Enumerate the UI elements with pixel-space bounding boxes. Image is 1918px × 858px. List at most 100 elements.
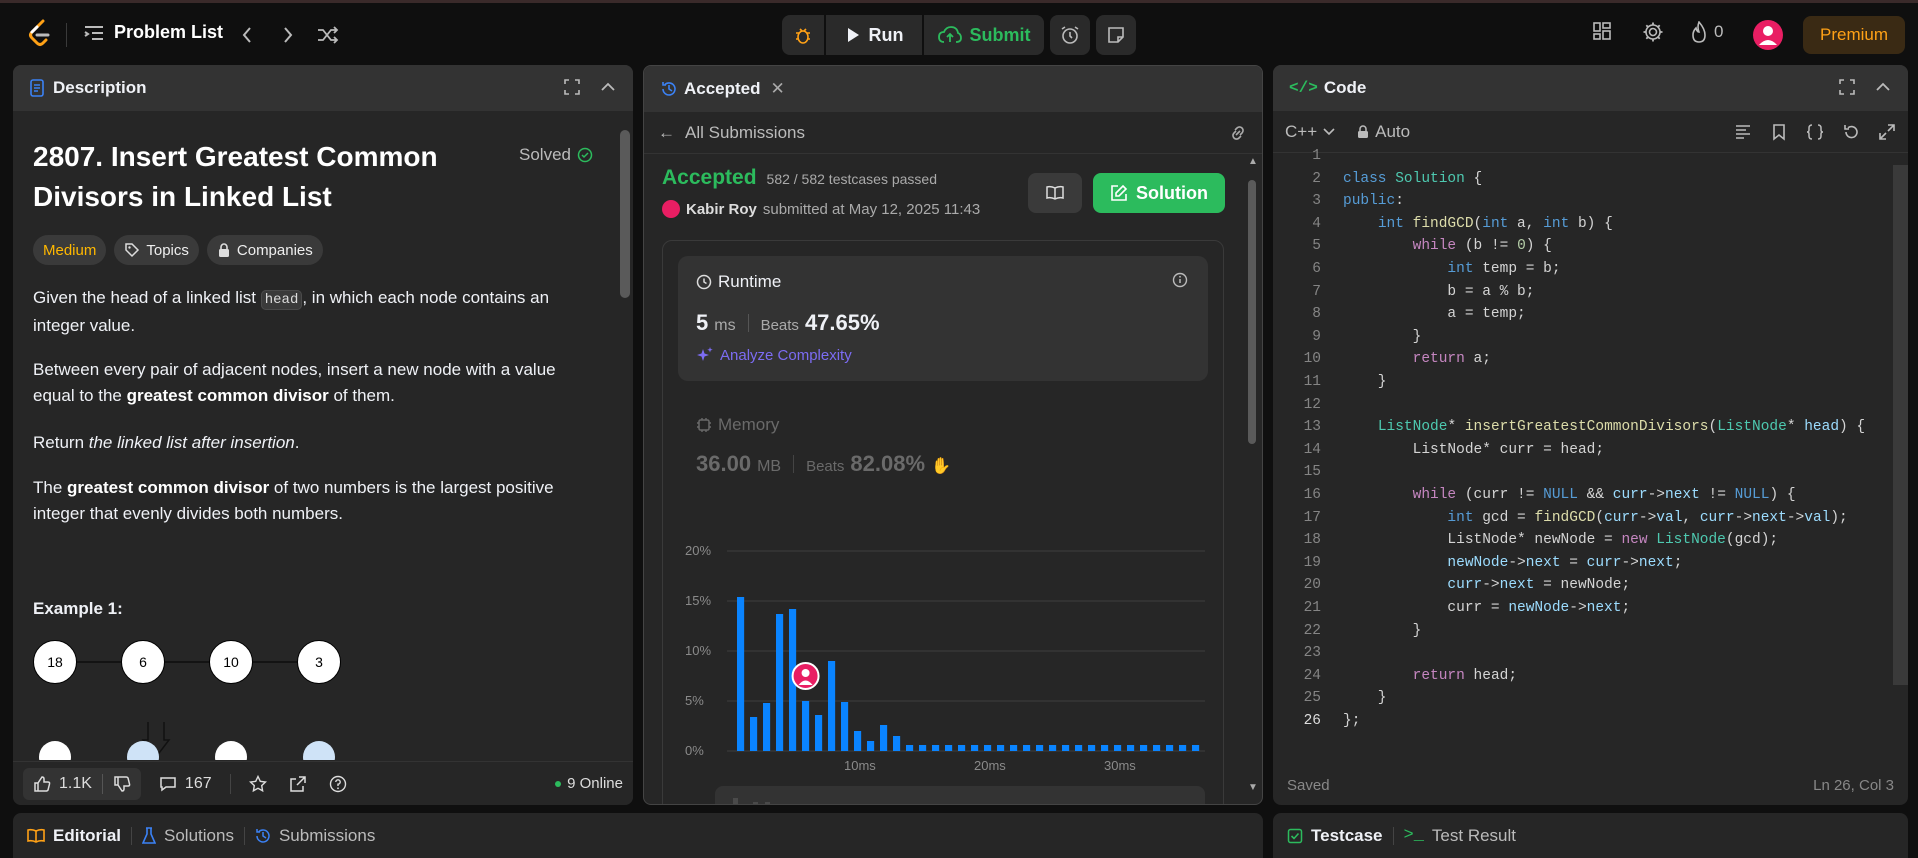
tab-editorial[interactable]: Editorial [27,826,121,846]
fullscreen-icon[interactable] [563,78,581,96]
notes-button[interactable] [1096,15,1136,55]
chart-bar[interactable] [776,614,784,751]
info-icon[interactable] [1172,272,1188,288]
scroll-down-arrow[interactable]: ▼ [1248,782,1258,793]
dislike-button[interactable] [103,768,141,800]
scroll-up-arrow[interactable]: ▲ [1248,156,1258,167]
chart-bar[interactable] [1140,745,1148,751]
chart-bar[interactable] [1127,745,1135,751]
chart-bar[interactable] [945,745,953,751]
chart-bar[interactable] [971,745,979,751]
code-tab[interactable]: Code [1324,78,1367,98]
leetcode-logo-icon[interactable] [26,19,54,49]
author-name[interactable]: Kabir Roy [686,201,757,218]
chart-bar[interactable] [867,741,875,751]
chart-bar[interactable] [1088,745,1096,751]
companies-tag[interactable]: Companies [206,235,323,265]
chart-bar[interactable] [1153,745,1161,751]
author-avatar[interactable] [662,200,680,218]
timer-button[interactable] [1050,15,1090,55]
chart-bar[interactable] [1114,745,1122,751]
chart-bar[interactable] [932,745,940,751]
format-icon[interactable] [1734,123,1752,141]
back-arrow-icon[interactable]: ← [658,123,675,143]
chart-bar[interactable] [893,736,901,751]
chart-bar[interactable] [802,701,810,751]
link-icon[interactable] [1228,124,1248,142]
chart-bar[interactable] [854,731,862,751]
bookmark-icon[interactable] [1770,123,1788,141]
chart-bar[interactable] [1075,745,1083,751]
topics-tag[interactable]: Topics [114,235,199,265]
chart-bar[interactable] [763,703,771,751]
runtime-card[interactable]: Runtime 5 ms Beats 47.65% Analyze Comple… [678,256,1208,381]
settings-button[interactable] [1642,21,1664,43]
expand-icon[interactable] [1878,123,1896,141]
next-problem-button[interactable] [274,21,302,49]
solution-button[interactable]: Solution [1093,173,1225,213]
runtime-distribution-chart[interactable]: 20% 15% 10% 5% 0% 10ms 20ms 30ms [675,531,1215,771]
chart-bar[interactable] [1166,745,1174,751]
analyze-complexity-button[interactable]: Analyze Complexity [696,346,852,364]
fullscreen-icon[interactable] [1838,78,1856,96]
auto-mode-toggle[interactable]: Auto [1357,122,1410,142]
chart-bar[interactable] [815,715,823,751]
description-tab[interactable]: Description [53,78,147,98]
memory-heading[interactable]: Memory [696,415,779,435]
tab-submissions[interactable]: Submissions [255,826,375,846]
code-scrollbar[interactable] [1893,165,1908,685]
chart-bar[interactable] [984,745,992,751]
editorial-book-button[interactable] [1028,173,1082,213]
chart-bar[interactable] [1036,745,1044,751]
submission-scrollbar[interactable] [1248,180,1256,444]
prev-problem-button[interactable] [233,21,261,49]
chart-bar[interactable] [737,597,745,751]
your-submission-marker[interactable] [791,662,820,690]
collapse-icon[interactable] [1874,78,1892,96]
stats-container: Runtime 5 ms Beats 47.65% Analyze Comple… [662,240,1224,804]
comments-button[interactable]: 167 [159,775,212,793]
problem-list-button[interactable]: Problem List [84,22,223,43]
layout-button[interactable] [1592,21,1612,41]
like-button[interactable]: 1.1K [23,768,102,800]
chart-bar[interactable] [1101,745,1109,751]
chart-bar[interactable] [1062,745,1070,751]
chart-bar[interactable] [841,702,849,751]
tab-testcase[interactable]: Testcase [1287,826,1383,846]
chart-bar[interactable] [1049,745,1057,751]
premium-button[interactable]: Premium [1803,16,1905,54]
language-select[interactable]: C++ [1285,122,1335,142]
close-tab-icon[interactable]: ✕ [771,79,785,99]
chart-bar[interactable] [1010,745,1018,751]
chart-bar[interactable] [880,725,888,751]
submission-scroll-track[interactable]: ▲ ▼ [1247,156,1258,796]
chart-bar[interactable] [828,661,836,751]
run-button[interactable]: Run [826,15,922,55]
debug-button[interactable] [782,15,824,55]
all-submissions-link[interactable]: All Submissions [685,123,805,143]
tab-test-result[interactable]: >_ Test Result [1404,826,1517,846]
help-icon[interactable] [329,775,347,793]
chart-bar[interactable] [1179,745,1187,751]
random-problem-button[interactable] [314,21,342,49]
chart-bar[interactable] [958,745,966,751]
code-editor[interactable]: 1 2 3 4 5 6 7 8 9 10 11 12 13 14 15 16 1… [1273,148,1908,758]
chart-bar[interactable] [906,745,914,751]
difficulty-tag[interactable]: Medium [33,235,107,265]
user-avatar[interactable] [1753,20,1783,50]
reset-icon[interactable] [1842,123,1860,141]
chart-bar[interactable] [997,745,1005,751]
chart-bar[interactable] [1192,745,1200,751]
chart-bar[interactable] [1023,745,1031,751]
submit-button[interactable]: Submit [924,15,1044,55]
share-icon[interactable] [289,775,307,793]
braces-icon[interactable] [1806,123,1824,141]
star-icon[interactable] [248,774,267,793]
tab-solutions[interactable]: Solutions [142,826,234,846]
description-scrollbar[interactable] [620,130,630,298]
chart-bar[interactable] [919,745,927,751]
collapse-icon[interactable] [599,78,617,96]
accepted-tab[interactable]: Accepted [684,79,761,99]
streak-counter[interactable]: 0 [1690,21,1723,43]
chart-bar[interactable] [750,717,758,751]
